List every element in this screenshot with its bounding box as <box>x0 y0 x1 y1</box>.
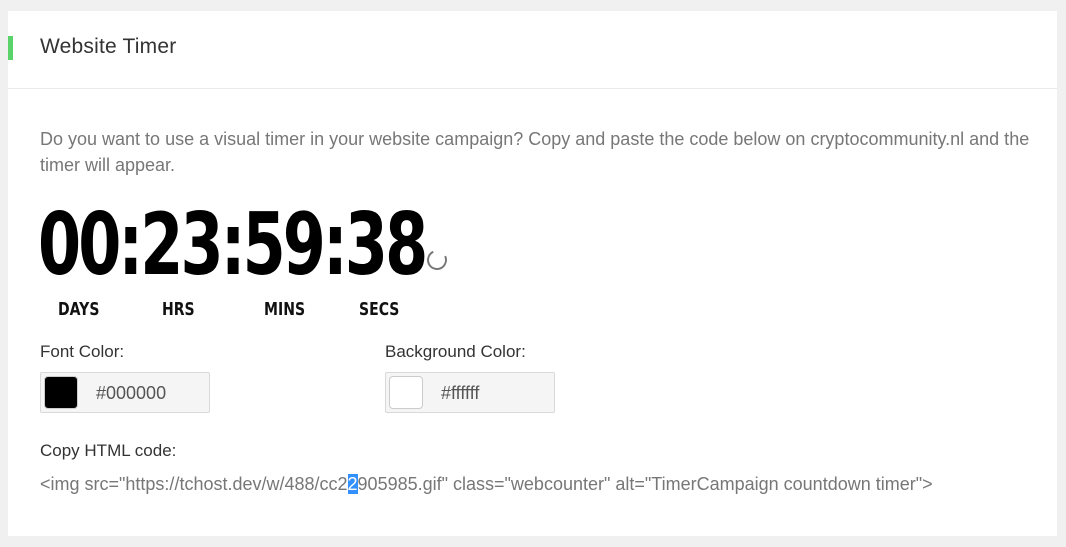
font-color-picker[interactable]: #000000 <box>40 372 210 413</box>
font-color-label: Font Color: <box>40 342 125 361</box>
background-color-label: Background Color: <box>385 342 526 361</box>
timer-units: DAYS HRS MINS SECS <box>35 299 416 320</box>
html-code-label: Copy HTML code: <box>40 441 177 460</box>
header-accent-bar <box>8 36 13 60</box>
code-text-after[interactable]: 905985.gif" class="webcounter" alt="Time… <box>358 474 933 494</box>
card-title: Website Timer <box>40 35 177 58</box>
timer-unit-hrs: HRS <box>162 299 195 320</box>
intro-text: Do you want to use a visual timer in you… <box>40 129 1030 175</box>
timer-digits: 00:23:59:38 <box>38 195 428 295</box>
background-color-value[interactable]: #ffffff <box>441 383 479 404</box>
html-code-snippet[interactable]: <img src="https://tchost.dev/w/488/cc229… <box>40 474 933 495</box>
countdown-timer-preview: 00:23:59:38 DAYS HRS MINS SECS <box>35 195 428 320</box>
font-color-value[interactable]: #000000 <box>96 383 166 404</box>
timer-unit-secs: SECS <box>359 299 400 320</box>
code-text-selected[interactable]: 2 <box>347 474 358 494</box>
font-color-swatch[interactable] <box>44 376 78 409</box>
background-color-swatch[interactable] <box>389 376 423 409</box>
loading-spinner-icon <box>424 247 450 273</box>
timer-unit-days: DAYS <box>58 299 100 320</box>
timer-unit-mins: MINS <box>264 299 306 320</box>
code-text-before[interactable]: <img src="https://tchost.dev/w/488/cc2 <box>40 474 348 494</box>
card-header: Website Timer <box>8 11 1057 89</box>
website-timer-card: Website Timer Do you want to use a visua… <box>8 11 1057 536</box>
background-color-picker[interactable]: #ffffff <box>385 372 555 413</box>
